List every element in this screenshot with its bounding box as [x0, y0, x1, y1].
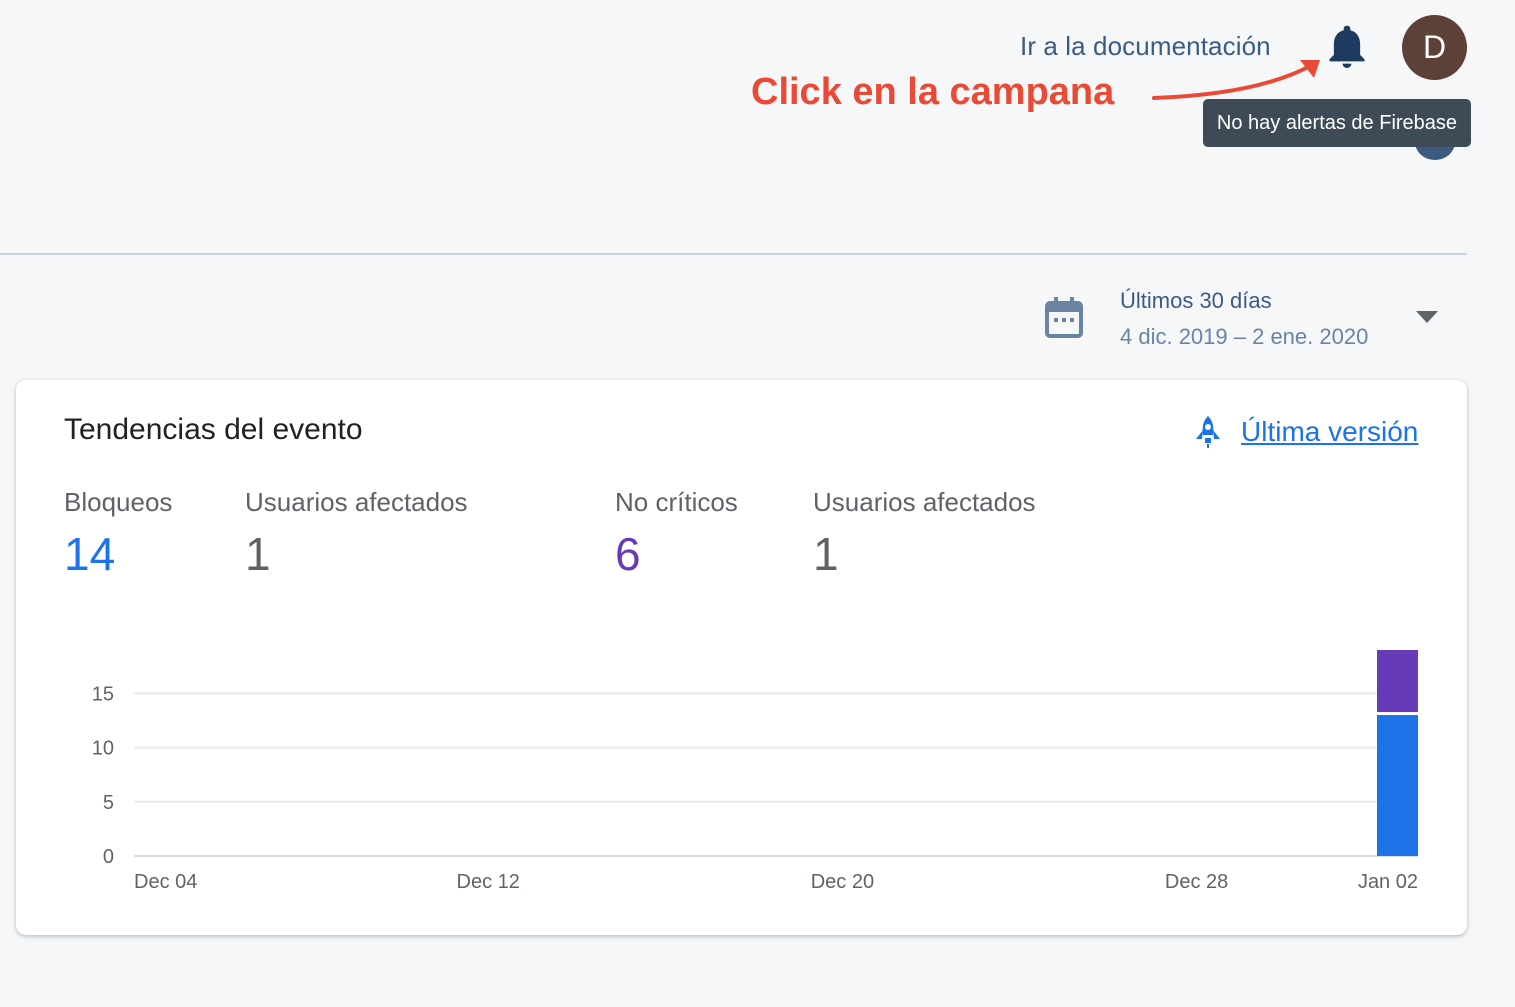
y-tick-label: 10: [92, 738, 114, 760]
avatar-letter: D: [1422, 29, 1447, 65]
annotation-text: Click en la campana: [751, 71, 1115, 113]
event-trends-card: Tendencias del evento Última versión Blo…: [16, 380, 1467, 935]
x-tick-label: Jan 02: [1358, 871, 1418, 893]
header-divider: [0, 253, 1467, 255]
bell-icon[interactable]: [1326, 24, 1368, 70]
y-tick-label: 5: [103, 792, 114, 814]
calendar-icon: [1045, 297, 1083, 338]
date-range-title: Últimos 30 días: [1120, 288, 1272, 313]
tooltip-text: No hay alertas de Firebase: [1216, 111, 1458, 134]
user-avatar[interactable]: D: [1402, 15, 1467, 80]
x-tick-label: Dec 04: [134, 871, 197, 893]
x-tick-label: Dec 12: [457, 871, 520, 893]
y-tick-label: 15: [92, 683, 114, 705]
annotation-arrow: [1152, 60, 1320, 100]
x-tick-label: Dec 20: [811, 871, 874, 893]
bar-crashes: [1377, 715, 1418, 856]
event-trends-chart: 0 5 10 15 Dec 04 Dec 12 Dec 20 Dec 28 Jan 02: [92, 650, 1418, 893]
y-tick-label: 0: [103, 846, 114, 868]
chevron-down-icon: [1416, 311, 1438, 323]
date-range-picker[interactable]: Últimos 30 días 4 dic. 2019 – 2 ene. 202…: [1040, 283, 1450, 358]
date-range-dates: 4 dic. 2019 – 2 ene. 2020: [1120, 324, 1369, 349]
bar-non_fatal: [1377, 650, 1418, 713]
x-tick-label: Dec 28: [1165, 871, 1228, 893]
